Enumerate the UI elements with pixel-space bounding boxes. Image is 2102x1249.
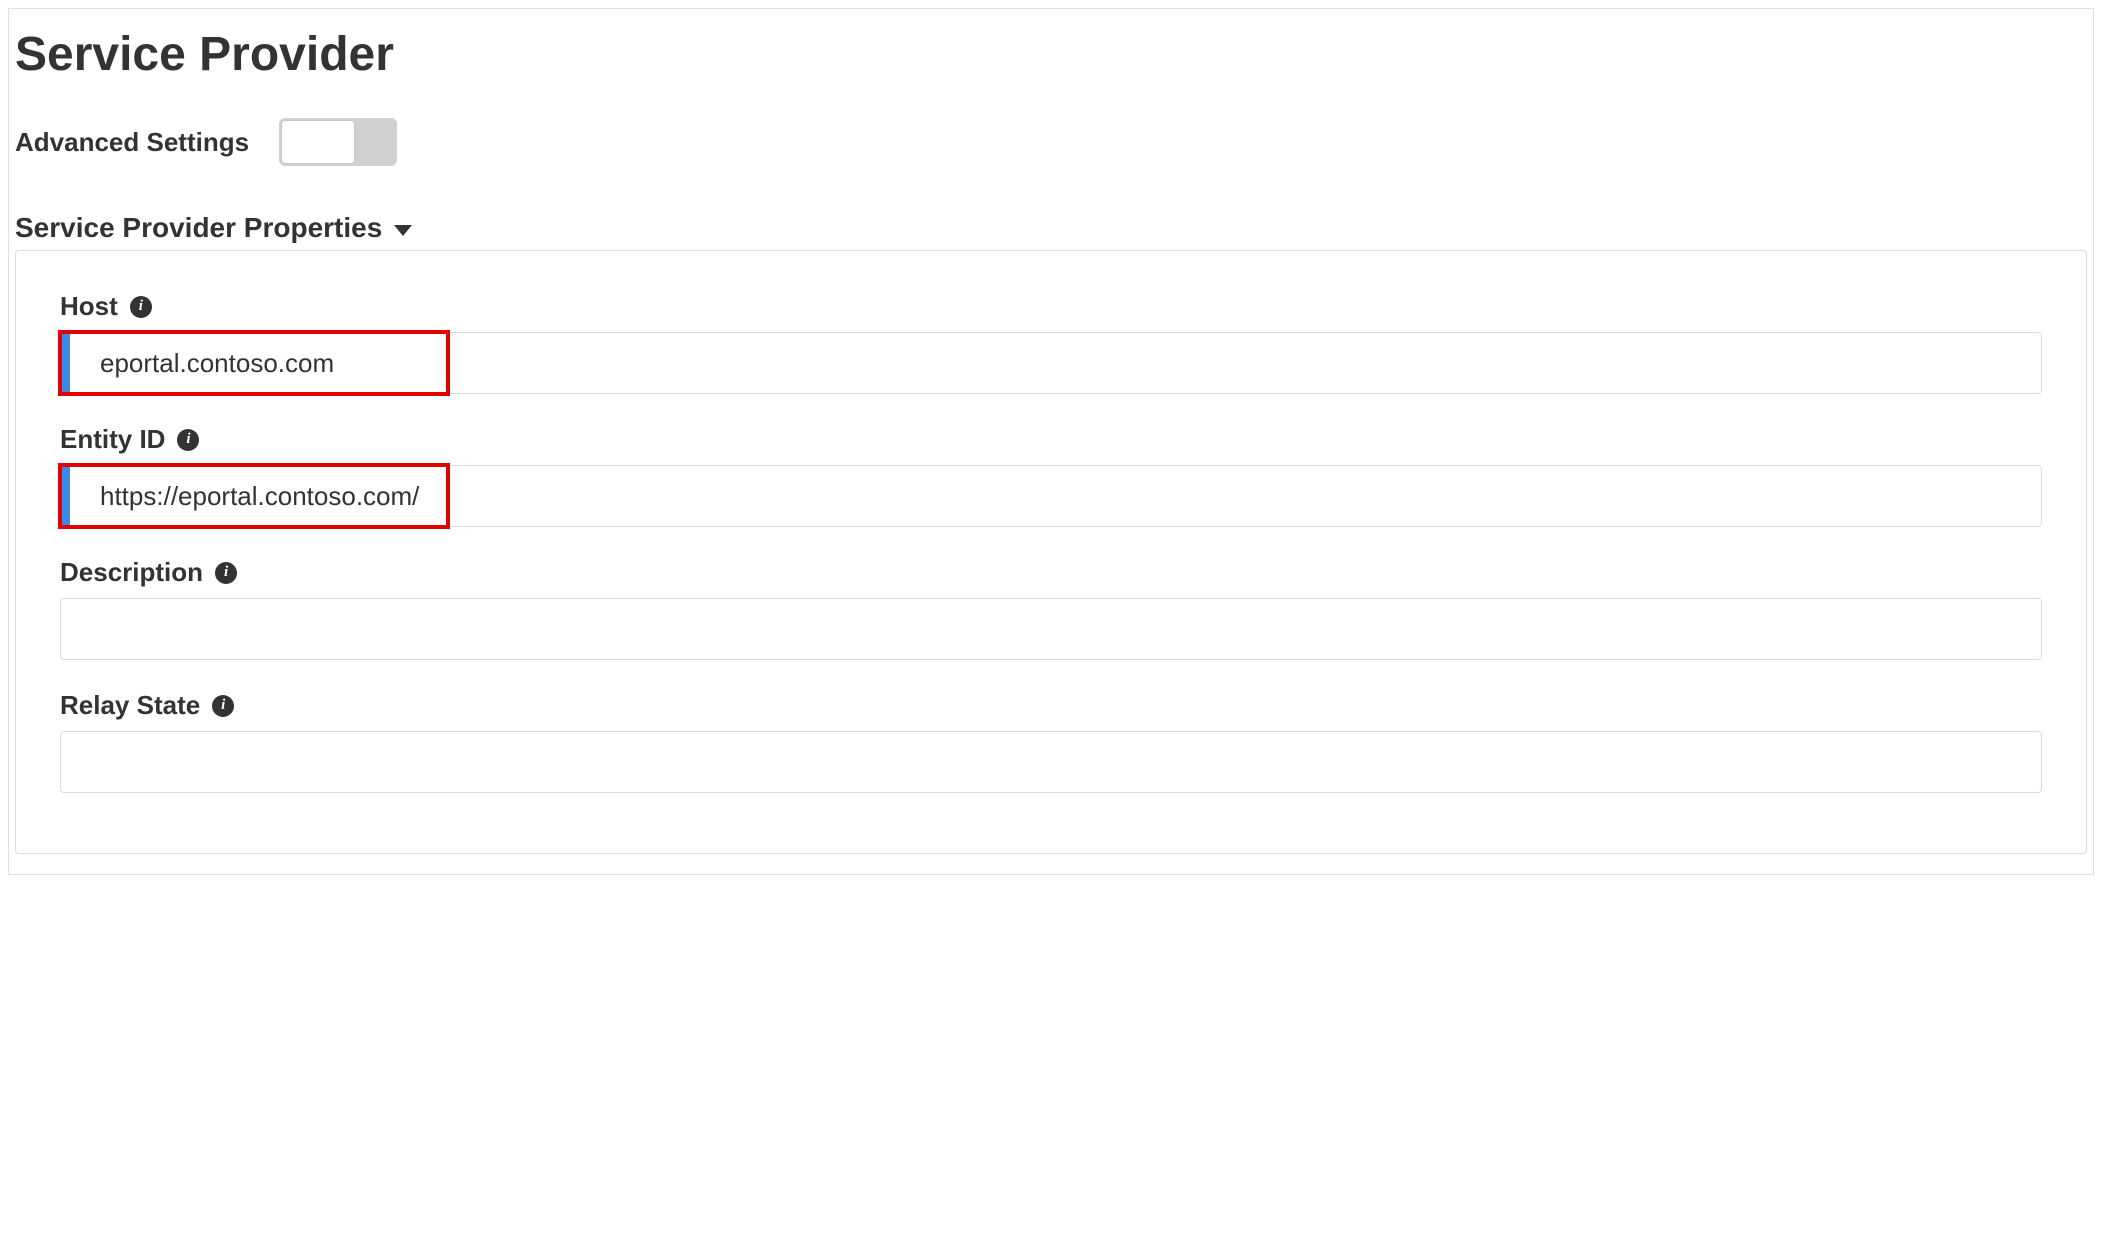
- section-header[interactable]: Service Provider Properties: [15, 212, 2087, 244]
- properties-panel: Host i Entity ID i Description i: [15, 250, 2087, 854]
- host-label: Host: [60, 291, 118, 322]
- info-icon[interactable]: i: [177, 429, 199, 451]
- advanced-settings-label: Advanced Settings: [15, 127, 249, 158]
- field-group-host: Host i: [60, 291, 2042, 394]
- description-input[interactable]: [60, 598, 2042, 660]
- field-label-row-host: Host i: [60, 291, 2042, 322]
- relay-state-label: Relay State: [60, 690, 200, 721]
- section-header-title: Service Provider Properties: [15, 212, 382, 244]
- relay-state-input-wrap: [60, 731, 2042, 793]
- entity-id-label: Entity ID: [60, 424, 165, 455]
- entity-id-input[interactable]: [60, 465, 2042, 527]
- host-input-wrap: [60, 332, 2042, 394]
- page-container: Service Provider Advanced Settings Servi…: [8, 8, 2094, 875]
- description-input-wrap: [60, 598, 2042, 660]
- field-label-row-relay-state: Relay State i: [60, 690, 2042, 721]
- description-label: Description: [60, 557, 203, 588]
- toggle-knob: [281, 120, 355, 164]
- relay-state-input[interactable]: [60, 731, 2042, 793]
- field-group-description: Description i: [60, 557, 2042, 660]
- info-icon[interactable]: i: [212, 695, 234, 717]
- advanced-settings-row: Advanced Settings: [15, 118, 2087, 166]
- field-group-relay-state: Relay State i: [60, 690, 2042, 793]
- field-group-entity-id: Entity ID i: [60, 424, 2042, 527]
- info-icon[interactable]: i: [130, 296, 152, 318]
- info-icon[interactable]: i: [215, 562, 237, 584]
- chevron-down-icon: [394, 225, 412, 236]
- field-label-row-description: Description i: [60, 557, 2042, 588]
- entity-id-input-wrap: [60, 465, 2042, 527]
- page-title: Service Provider: [15, 27, 2087, 82]
- advanced-settings-toggle[interactable]: [279, 118, 397, 166]
- host-input[interactable]: [60, 332, 2042, 394]
- field-label-row-entity-id: Entity ID i: [60, 424, 2042, 455]
